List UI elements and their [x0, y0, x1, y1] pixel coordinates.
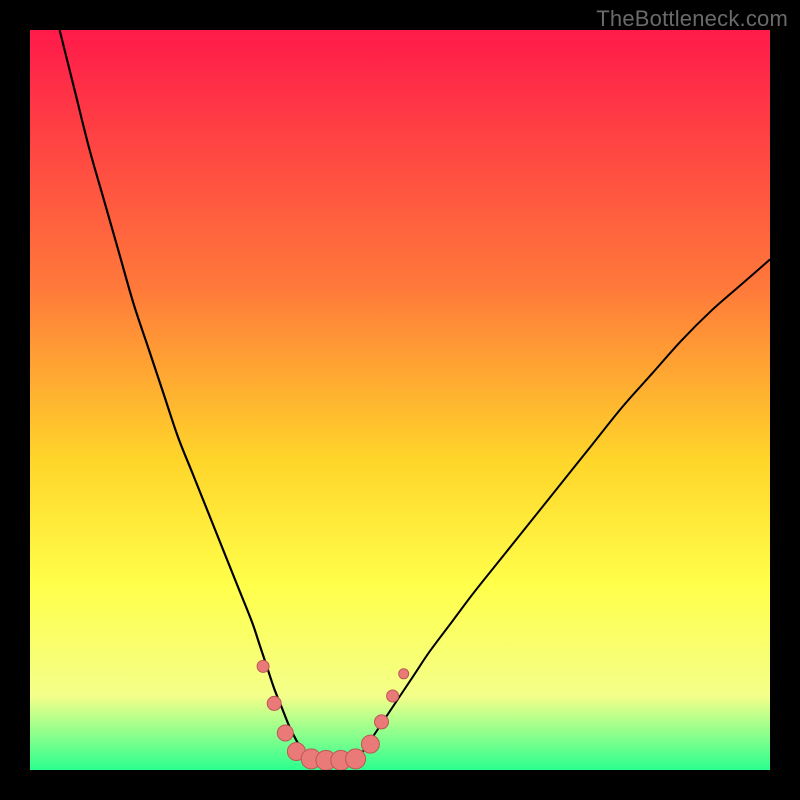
gradient-background — [30, 30, 770, 770]
data-marker — [387, 690, 399, 702]
data-marker — [257, 660, 269, 672]
watermark-text: TheBottleneck.com — [596, 6, 788, 32]
data-marker — [399, 669, 409, 679]
data-marker — [277, 725, 293, 741]
plot-area — [30, 30, 770, 770]
data-marker — [375, 715, 389, 729]
data-marker — [267, 696, 281, 710]
chart-frame: TheBottleneck.com — [0, 0, 800, 800]
chart-svg — [30, 30, 770, 770]
data-marker — [361, 735, 379, 753]
data-marker — [346, 749, 366, 769]
